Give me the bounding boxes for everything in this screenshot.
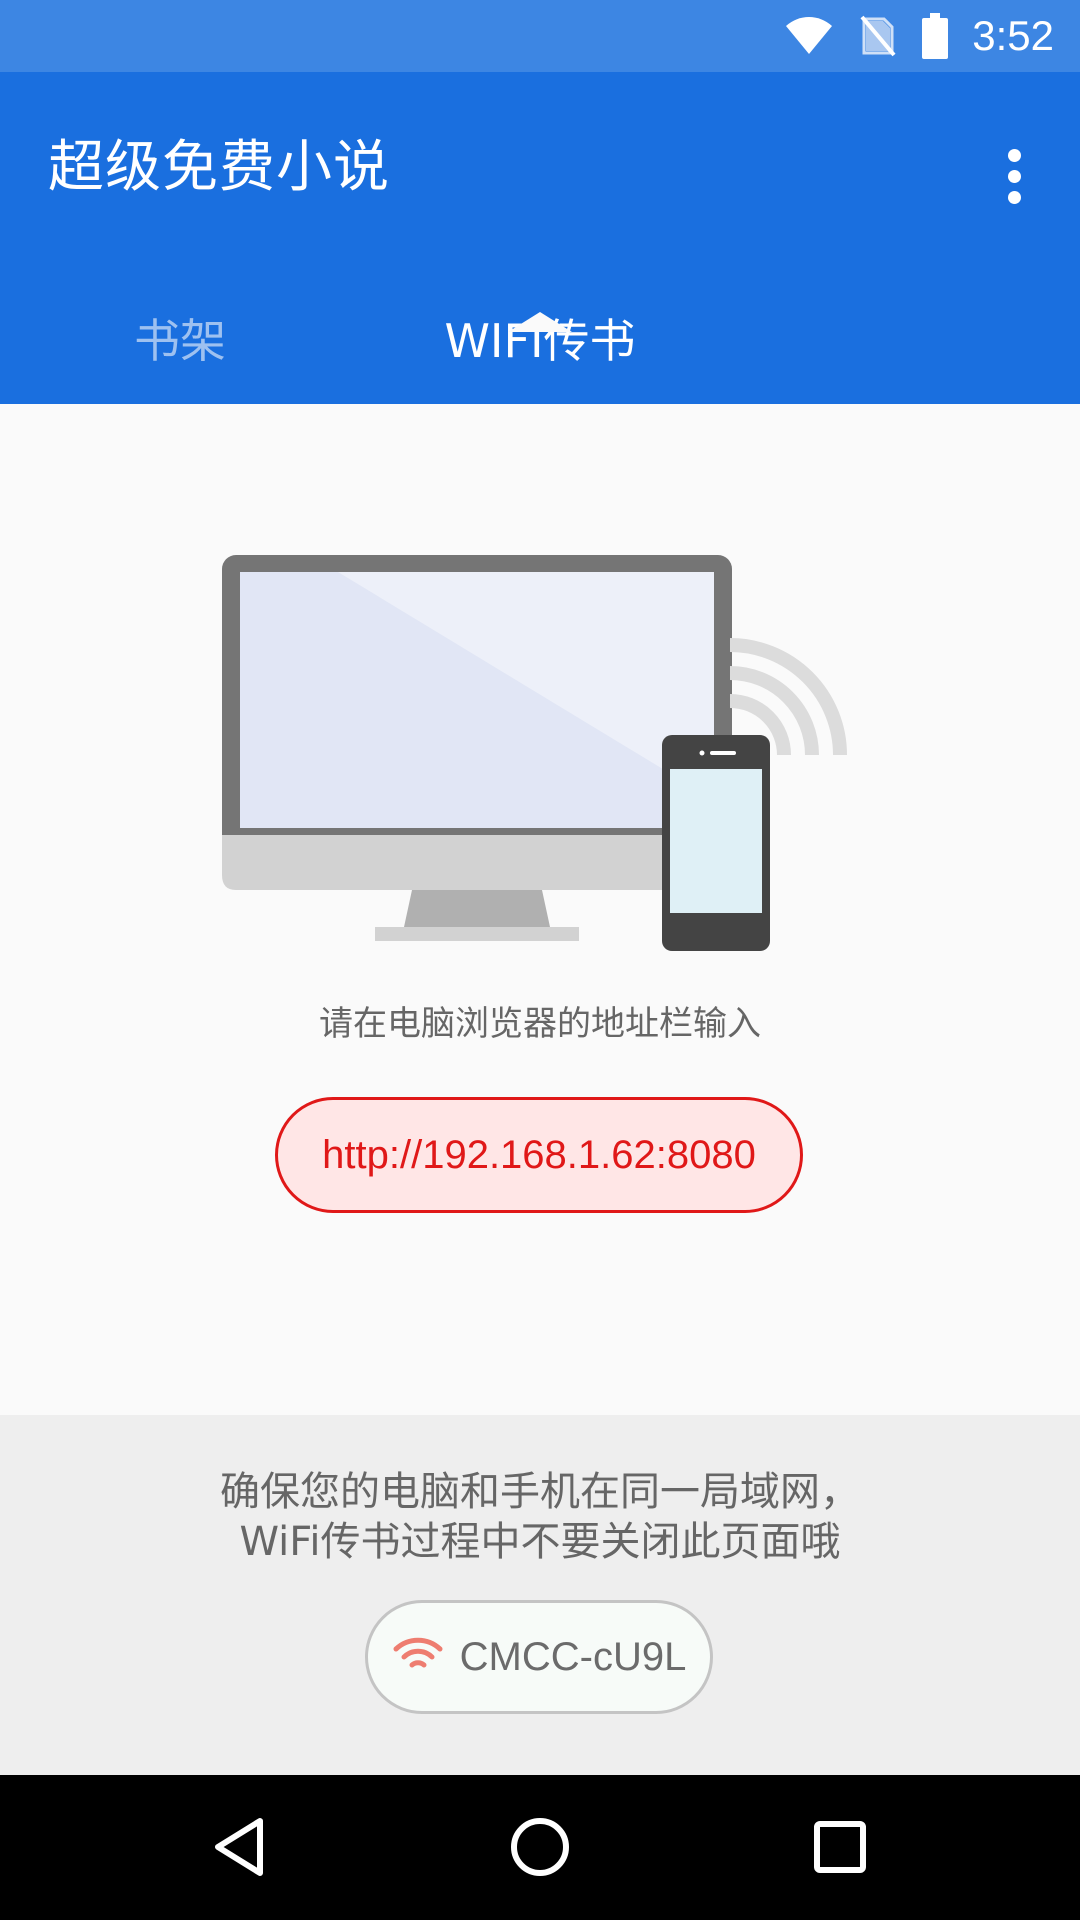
battery-icon (922, 13, 949, 59)
computer-phone-wifi-illustration (200, 545, 880, 965)
navigation-bar (0, 1775, 1080, 1920)
tab-bar: 书架 WIFI传书 (0, 272, 1080, 404)
info-message: 确保您的电脑和手机在同一局域网， WiFi传书过程中不要关闭此页面哦 (0, 1467, 1080, 1567)
tab-indicator (508, 312, 572, 332)
status-bar: 3:52 (0, 0, 1080, 72)
info-line-2: WiFi传书过程中不要关闭此页面哦 (239, 1519, 841, 1565)
tab-wifi-transfer[interactable]: WIFI传书 (400, 272, 680, 404)
app-bar: 超级免费小说 书架 WIFI传书 (0, 72, 1080, 404)
back-icon[interactable] (190, 1797, 290, 1897)
no-sim-icon (860, 15, 896, 57)
tab-bookshelf[interactable]: 书架 (90, 272, 270, 404)
app-title: 超级免费小说 (48, 135, 390, 200)
wifi-icon (392, 1635, 444, 1679)
home-icon[interactable] (490, 1797, 590, 1897)
network-name: CMCC-cU9L (459, 1634, 687, 1679)
address-hint: 请在电脑浏览器的地址栏输入 (319, 1004, 761, 1044)
wifi-icon (784, 16, 834, 56)
server-address: http://192.168.1.62:8080 (275, 1097, 803, 1213)
info-panel: 确保您的电脑和手机在同一局域网， WiFi传书过程中不要关闭此页面哦 CMCC-… (0, 1415, 1080, 1775)
network-badge: CMCC-cU9L (365, 1600, 713, 1714)
info-line-1: 确保您的电脑和手机在同一局域网， (220, 1469, 860, 1515)
recents-icon[interactable] (790, 1797, 890, 1897)
more-vert-icon[interactable] (982, 124, 1046, 228)
status-time: 3:52 (972, 12, 1054, 59)
